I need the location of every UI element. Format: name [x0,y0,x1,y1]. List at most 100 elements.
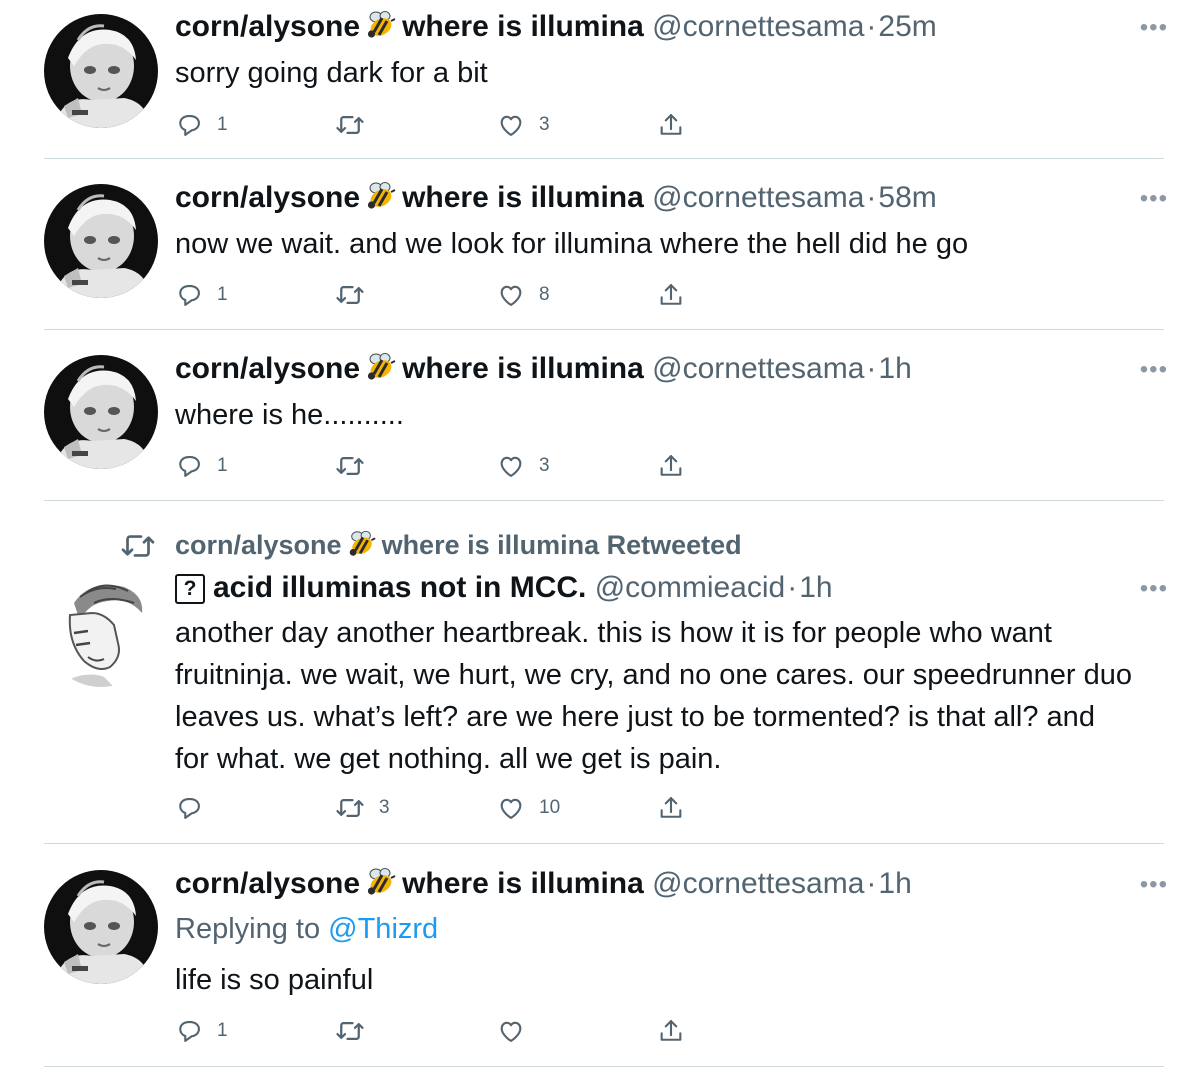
author-name[interactable]: corn/alysone [175,10,360,43]
retweet-button[interactable]: 3 [335,791,390,825]
like-button[interactable]: 10 [497,791,560,825]
author-name[interactable]: acid illuminas not in MCC. [213,571,586,604]
tweet-header: corn/alysone where is illumina @cornettes… [175,178,937,218]
separator: · [866,352,877,385]
divider [44,500,1164,501]
more-options-icon[interactable]: ••• [1140,14,1168,42]
avatar[interactable] [44,184,158,298]
reply-icon [175,1017,203,1045]
bee-icon [364,865,398,908]
reply-button[interactable]: 1 [175,449,228,483]
avatar[interactable] [44,573,158,687]
separator: · [866,10,877,43]
tweet-header: corn/alysone where is illumina @cornettes… [175,7,937,47]
more-options-icon[interactable]: ••• [1140,871,1168,899]
timestamp[interactable]: 1h [799,571,832,604]
more-options-icon[interactable]: ••• [1140,185,1168,213]
tweet-header: corn/alysone where is illumina @cornettes… [175,864,912,904]
question-box-icon: ? [175,574,205,604]
like-count: 10 [539,797,561,818]
author-handle[interactable]: @commieacid [595,571,786,604]
tweet-text: another day another heartbreak. this is … [175,617,1132,775]
retweeted-by[interactable]: corn/alysone where is illumina Retweeted [175,527,742,567]
retweet-icon [335,1016,365,1046]
tweet-actions: 3 10 [175,791,695,825]
tweet-text: life is so painful [175,964,374,996]
retweeter-name[interactable]: corn/alysone [175,530,342,560]
share-button[interactable] [657,1014,685,1048]
share-icon [657,281,685,309]
reply-count: 1 [217,114,228,135]
avatar[interactable] [44,355,158,469]
retweet-button[interactable] [335,449,379,483]
share-button[interactable] [657,108,685,142]
like-button[interactable] [497,1014,539,1048]
retweeted-icon [118,528,158,569]
author-handle[interactable]: @cornettesama [652,10,864,43]
replying-to: Replying to @Thizrd [175,908,438,950]
retweet-button[interactable] [335,278,379,312]
tweet-header: corn/alysone where is illumina @cornettes… [175,349,912,389]
reply-button[interactable]: 1 [175,278,228,312]
timestamp[interactable]: 1h [878,352,911,385]
author-name-suffix[interactable]: where is illumina [402,181,644,214]
divider [44,158,1164,159]
author-handle[interactable]: @cornettesama [652,181,864,214]
like-button[interactable]: 3 [497,449,550,483]
tweet-header: ? acid illuminas not in MCC. @commieacid·… [175,568,833,608]
author-name-suffix[interactable]: where is illumina [402,352,644,385]
bee-icon [364,350,398,393]
tweet-actions: 1 3 [175,108,695,142]
like-count: 3 [539,114,550,135]
retweet-icon [335,451,365,481]
tweet-text: now we wait. and we look for illumina wh… [175,228,969,260]
reply-icon [175,452,203,480]
share-icon [657,111,685,139]
author-handle[interactable]: @cornettesama [652,352,864,385]
reply-count: 1 [217,284,228,305]
avatar[interactable] [44,870,158,984]
like-button[interactable]: 8 [497,278,550,312]
reply-count: 1 [217,1020,228,1041]
divider [44,1066,1164,1067]
tweet-actions: 1 8 [175,278,695,312]
author-name-suffix[interactable]: where is illumina [402,867,644,900]
reply-count: 1 [217,455,228,476]
author-name[interactable]: corn/alysone [175,181,360,214]
share-button[interactable] [657,278,685,312]
share-button[interactable] [657,791,685,825]
share-button[interactable] [657,449,685,483]
author-name[interactable]: corn/alysone [175,352,360,385]
retweet-count: 3 [379,797,390,818]
author-name-suffix[interactable]: where is illumina [402,10,644,43]
tweet-actions: 1 3 [175,449,695,483]
divider [44,843,1164,844]
more-options-icon[interactable]: ••• [1140,356,1168,384]
separator: · [866,181,877,214]
author-name[interactable]: corn/alysone [175,867,360,900]
reply-button[interactable]: 1 [175,1014,228,1048]
retweet-button[interactable] [335,1014,379,1048]
separator: · [787,571,798,604]
tweet-text: where is he.......... [175,399,404,431]
like-icon [497,1017,525,1045]
avatar[interactable] [44,14,158,128]
bee-icon [346,528,378,567]
bee-icon [364,179,398,222]
separator: · [866,867,877,900]
retweet-icon [335,793,365,823]
author-handle[interactable]: @cornettesama [652,867,864,900]
reply-icon [175,111,203,139]
timestamp[interactable]: 1h [878,867,911,900]
replying-to-mention[interactable]: @Thizrd [328,913,438,945]
like-count: 8 [539,284,550,305]
like-button[interactable]: 3 [497,108,550,142]
timestamp[interactable]: 58m [878,181,936,214]
reply-button[interactable]: 1 [175,108,228,142]
reply-button[interactable] [175,791,217,825]
retweet-button[interactable] [335,108,379,142]
timestamp[interactable]: 25m [878,10,936,43]
more-options-icon[interactable]: ••• [1140,575,1168,603]
share-icon [657,794,685,822]
like-icon [497,111,525,139]
